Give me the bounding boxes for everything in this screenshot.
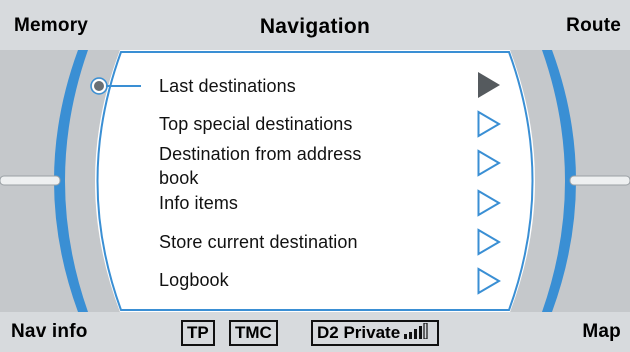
menu-item-store-current-destination[interactable]: Store current destination (159, 230, 358, 254)
tp-status-badge: TP (181, 320, 215, 346)
filled-arrow-icon (478, 72, 500, 98)
outline-arrow-icon (477, 110, 501, 138)
left-knob[interactable] (0, 175, 61, 186)
outline-arrow-icon (477, 149, 501, 177)
network-name: D2 Private (317, 323, 401, 342)
outline-arrow-icon (477, 267, 501, 295)
signal-strength-icon (404, 323, 428, 339)
tmc-status-badge: TMC (229, 320, 278, 346)
menu-item-top-special-destinations[interactable]: Top special destinations (159, 112, 353, 136)
menu-item-logbook[interactable]: Logbook (159, 268, 229, 292)
outline-arrow-icon (477, 189, 501, 217)
selection-indicator-icon (92, 79, 106, 93)
right-knob[interactable] (569, 175, 630, 186)
navigation-screen: Memory Navigation Route Last destination… (0, 0, 630, 352)
map-button[interactable]: Map (582, 321, 621, 343)
network-status-badge: D2 Private (311, 320, 440, 346)
menu-item-info-items[interactable]: Info items (159, 191, 238, 215)
menu-item-destination-from-address-book[interactable]: Destination from address book (159, 142, 362, 190)
nav-info-button[interactable]: Nav info (11, 321, 88, 343)
menu-item-last-destinations[interactable]: Last destinations (159, 74, 296, 98)
outline-arrow-icon (477, 228, 501, 256)
